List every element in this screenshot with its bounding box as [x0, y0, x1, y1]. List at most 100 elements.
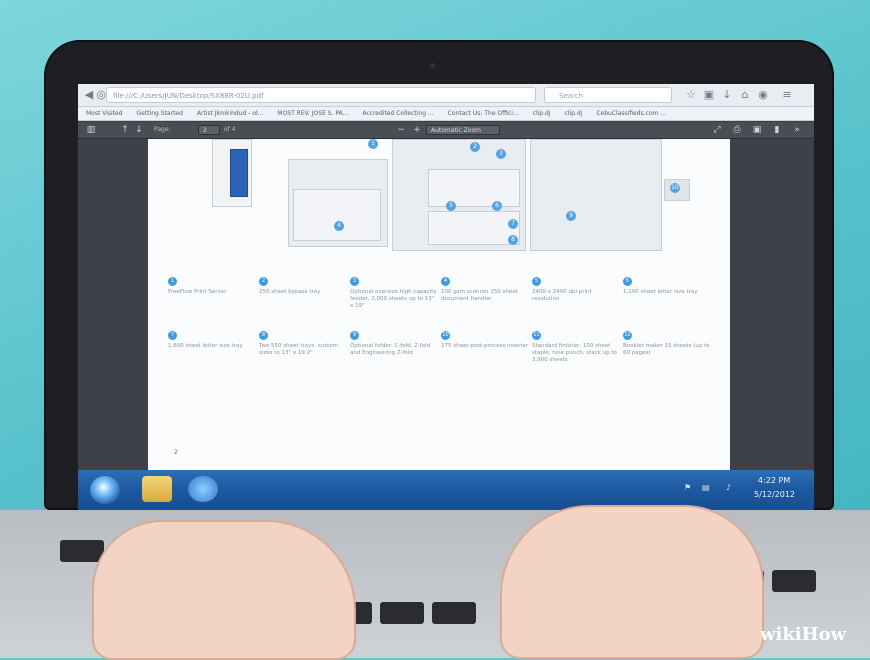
callout-marker: 8	[508, 235, 518, 245]
feature-item: 12 Booklet maker 15 sheets (up to 60 pag…	[623, 331, 711, 357]
bookmark-item[interactable]: MOST REV. JOSE S. PA...	[271, 107, 354, 120]
explorer-icon[interactable]	[142, 476, 172, 502]
callout-marker: 2	[470, 142, 480, 152]
action-center-icon[interactable]: ⚑	[684, 483, 691, 492]
page-total: of 4	[224, 126, 236, 133]
network-icon[interactable]: ▤	[702, 483, 710, 492]
page-number-input[interactable]: 2	[198, 125, 220, 135]
callout-marker: 3	[496, 149, 506, 159]
callout-marker: 7	[508, 219, 518, 229]
sidebar-toggle-icon[interactable]: ▥	[84, 123, 98, 137]
keyboard-key	[432, 602, 476, 624]
star-icon[interactable]: ☆	[684, 87, 698, 103]
feature-item: 11 Standard finisher, 100 sheet staple, …	[532, 331, 620, 364]
url-bar[interactable]: file:///C:/Users/JUN/Desktop/SX88R-02U.p…	[106, 87, 536, 103]
feature-item: 8 Two 550 sheet trays, custom sizes to 1…	[259, 331, 347, 357]
print-server-panel	[230, 149, 248, 197]
home-icon[interactable]: ⌂	[738, 87, 752, 103]
menu-icon[interactable]: ≡	[780, 87, 794, 103]
feature-number: 3	[350, 277, 359, 286]
zoom-select[interactable]: Automatic Zoom	[426, 125, 500, 135]
next-page-icon[interactable]: ↓	[132, 123, 146, 137]
wikihow-watermark: wikiHow	[760, 624, 847, 645]
bookmark-item[interactable]: Most Visited	[80, 107, 129, 120]
clock-time[interactable]: 4:22 PM	[758, 476, 790, 485]
feature-text: Optional oversize high capacity feeder, …	[350, 289, 437, 309]
zoom-out-icon[interactable]: −	[394, 123, 408, 137]
start-button[interactable]	[90, 476, 120, 504]
volume-icon[interactable]: ♪	[726, 483, 731, 492]
feature-text: Booklet maker 15 sheets (up to 60 pages)	[623, 343, 710, 356]
zoom-in-icon[interactable]: +	[410, 123, 424, 137]
feature-number: 10	[441, 331, 450, 340]
browser-toolbar: ◀ ◎ file:///C:/Users/JUN/Desktop/SX88R-0…	[78, 84, 814, 107]
paper-tray-lower	[428, 211, 520, 245]
clock-date[interactable]: 5/12/2012	[754, 490, 795, 499]
feature-number: 7	[168, 331, 177, 340]
previous-page-icon[interactable]: ↑	[118, 123, 132, 137]
tools-icon[interactable]: »	[790, 123, 804, 137]
feature-text: 250 sheet bypass tray	[259, 289, 321, 295]
bookmark-item[interactable]: Accredited Collecting ...	[356, 107, 439, 120]
pdf-page-number: 2	[174, 449, 178, 456]
feature-number: 1	[168, 277, 177, 286]
bookmarks-bar: Most Visited Getting Started Artist Jkmk…	[78, 107, 814, 121]
internet-explorer-icon[interactable]	[188, 476, 218, 502]
bookmark-item[interactable]: Contact Us: The Offici...	[442, 107, 525, 120]
fullscreen-icon[interactable]: ⤢	[710, 123, 724, 137]
feature-item: 2 250 sheet bypass tray	[259, 277, 347, 296]
feature-item: 1 FreeFlow Print Server	[168, 277, 256, 296]
callout-marker: 1	[368, 139, 378, 149]
print-icon[interactable]: ⎙	[730, 123, 744, 137]
feature-item: 3 Optional oversize high capacity feeder…	[350, 277, 438, 310]
addon-icon[interactable]: ◉	[756, 87, 770, 103]
feature-item: 7 1,600 sheet letter size tray	[168, 331, 256, 350]
screen: ◀ ◎ file:///C:/Users/JUN/Desktop/SX88R-0…	[78, 84, 814, 510]
feature-text: Optional folder: C-fold, Z-fold and Engi…	[350, 343, 431, 356]
bookmark-item[interactable]: clip.dj	[527, 107, 557, 120]
feature-number: 2	[259, 277, 268, 286]
feature-number: 11	[532, 331, 541, 340]
feature-number: 12	[623, 331, 632, 340]
pdf-viewer[interactable]: 1 2 3 4 5 6 7 8 9 10 1 FreeFlow Print Se…	[78, 139, 814, 470]
feature-item: 10 175 sheet post-process inserter	[441, 331, 529, 350]
bookmark-icon[interactable]: ▮	[770, 123, 784, 137]
page-label: Page:	[154, 126, 171, 133]
save-icon[interactable]: ▣	[750, 123, 764, 137]
feature-number: 9	[350, 331, 359, 340]
finisher	[530, 139, 662, 251]
feature-text: Two 550 sheet trays, custom sizes to 13"…	[259, 343, 338, 356]
feature-text: 100 gsm scanner 250 sheet document handl…	[441, 289, 518, 302]
left-hand	[92, 520, 356, 660]
reader-icon[interactable]: ▣	[702, 87, 716, 103]
feature-number: 8	[259, 331, 268, 340]
callout-marker: 5	[446, 201, 456, 211]
pdf-toolbar: ▥ ↑ ↓ Page: 2 of 4 − + Automatic Zoom ⤢ …	[78, 122, 814, 139]
search-input[interactable]: Search	[544, 87, 672, 103]
keyboard-key	[380, 602, 424, 624]
feature-text: 175 sheet post-process inserter	[441, 343, 529, 349]
taskbar: ⚑ ▤ ♪ 4:22 PM 5/12/2012	[78, 470, 814, 510]
paper-tray-upper	[428, 169, 520, 207]
bookmark-item[interactable]: CebuClassifieds.com ...	[590, 107, 672, 120]
keyboard-key	[772, 570, 816, 592]
feature-number: 5	[532, 277, 541, 286]
pdf-page: 1 2 3 4 5 6 7 8 9 10 1 FreeFlow Print Se…	[148, 139, 730, 470]
bookmark-item[interactable]: clip.dj	[558, 107, 588, 120]
feature-item: 5 2400 x 2400 dpi print resolution	[532, 277, 620, 303]
feature-item: 4 100 gsm scanner 250 sheet document han…	[441, 277, 529, 303]
webcam	[430, 63, 435, 68]
feature-number: 6	[623, 277, 632, 286]
feature-text: 1,100 sheet letter size tray	[623, 289, 698, 295]
bookmark-item[interactable]: Artist Jkmkindud - ol...	[191, 107, 269, 120]
callout-marker: 4	[334, 221, 344, 231]
feature-text: 2400 x 2400 dpi print resolution	[532, 289, 592, 302]
feature-text: 1,600 sheet letter size tray	[168, 343, 243, 349]
feature-text: FreeFlow Print Server	[168, 289, 227, 295]
callout-marker: 9	[566, 211, 576, 221]
feeder-drawer	[293, 189, 381, 241]
feature-number: 4	[441, 277, 450, 286]
download-icon[interactable]: ↓	[720, 87, 734, 103]
bookmark-item[interactable]: Getting Started	[131, 107, 189, 120]
feature-item: 6 1,100 sheet letter size tray	[623, 277, 711, 296]
